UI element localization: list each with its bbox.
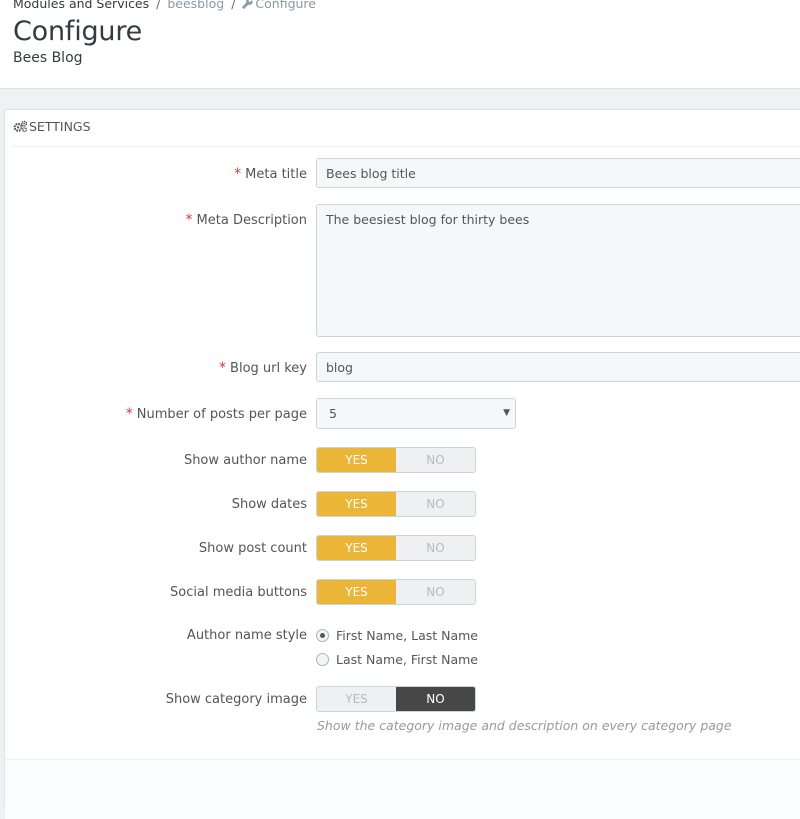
show-dates-yes[interactable]: YES	[317, 492, 396, 516]
meta-title-label: * Meta title	[234, 166, 307, 182]
meta-title-input[interactable]	[316, 158, 800, 188]
required-mark: *	[234, 166, 242, 182]
show-post-count-yes[interactable]: YES	[317, 536, 396, 560]
posts-per-page-label: * Number of posts per page	[126, 406, 307, 422]
wrench-icon	[242, 0, 253, 9]
social-media-buttons-toggle: YES NO	[316, 579, 476, 605]
author-name-style-label: Author name style	[186, 628, 307, 643]
show-author-name-no[interactable]: NO	[396, 448, 475, 472]
author-name-style-option-last-first[interactable]: Last Name, First Name	[316, 652, 478, 667]
show-category-image-yes[interactable]: YES	[317, 687, 396, 711]
breadcrumb-item-beesblog[interactable]: beesblog	[167, 0, 224, 11]
page-subtitle: Bees Blog	[13, 50, 83, 66]
author-name-style-option-first-last[interactable]: First Name, Last Name	[316, 628, 478, 643]
show-dates-no[interactable]: NO	[396, 492, 475, 516]
breadcrumb-separator: /	[231, 0, 236, 11]
required-mark: *	[185, 212, 193, 228]
show-category-image-no[interactable]: NO	[396, 687, 475, 711]
cogs-icon	[13, 120, 28, 133]
meta-description-textarea[interactable]: The beesiest blog for thirty bees	[316, 204, 800, 337]
show-dates-label: Show dates	[231, 497, 307, 512]
panel-heading: SETTINGS	[13, 114, 800, 147]
social-media-buttons-yes[interactable]: YES	[317, 580, 396, 604]
social-media-buttons-label: Social media buttons	[170, 585, 307, 600]
chevron-down-icon: ▼	[503, 408, 510, 418]
author-name-style-option-label: First Name, Last Name	[336, 628, 478, 643]
breadcrumb-configure-label: Configure	[255, 0, 316, 11]
show-author-name-label: Show author name	[183, 453, 307, 468]
show-post-count-no[interactable]: NO	[396, 536, 475, 560]
required-mark: *	[219, 360, 227, 376]
breadcrumb-item-configure: Configure	[242, 0, 316, 11]
meta-description-label: * Meta Description	[186, 212, 307, 228]
show-post-count-toggle: YES NO	[316, 535, 476, 561]
social-media-buttons-no[interactable]: NO	[396, 580, 475, 604]
panel-footer	[5, 759, 800, 819]
breadcrumb: Modules and Services / beesblog / Configure	[13, 0, 316, 11]
show-dates-toggle: YES NO	[316, 491, 476, 517]
meta-description-label-text: Meta Description	[196, 213, 307, 228]
show-author-name-toggle: YES NO	[316, 447, 476, 473]
blog-url-key-label-text: Blog url key	[230, 361, 307, 376]
posts-per-page-value: 5	[329, 406, 337, 421]
blog-url-key-input[interactable]	[316, 352, 800, 382]
breadcrumb-item-modules[interactable]: Modules and Services	[13, 0, 149, 11]
radio-checked-icon[interactable]	[316, 629, 329, 642]
blog-url-key-label: * Blog url key	[219, 360, 307, 376]
show-category-image-toggle: YES NO	[316, 686, 476, 712]
show-category-image-help: Show the category image and description …	[317, 718, 732, 733]
posts-per-page-label-text: Number of posts per page	[136, 407, 307, 422]
page-title: Configure	[13, 16, 143, 47]
page-header: Modules and Services / beesblog / Configure …	[0, 0, 800, 89]
radio-unchecked-icon[interactable]	[316, 653, 329, 666]
show-author-name-yes[interactable]: YES	[317, 448, 396, 472]
show-post-count-label: Show post count	[198, 541, 307, 556]
required-mark: *	[125, 406, 133, 422]
show-category-image-label: Show category image	[165, 692, 307, 707]
author-name-style-option-label: Last Name, First Name	[336, 652, 478, 667]
panel-heading-label: SETTINGS	[29, 119, 91, 134]
meta-title-label-text: Meta title	[245, 167, 307, 182]
breadcrumb-separator: /	[156, 0, 161, 11]
posts-per-page-select[interactable]: 5 ▼	[316, 398, 516, 429]
